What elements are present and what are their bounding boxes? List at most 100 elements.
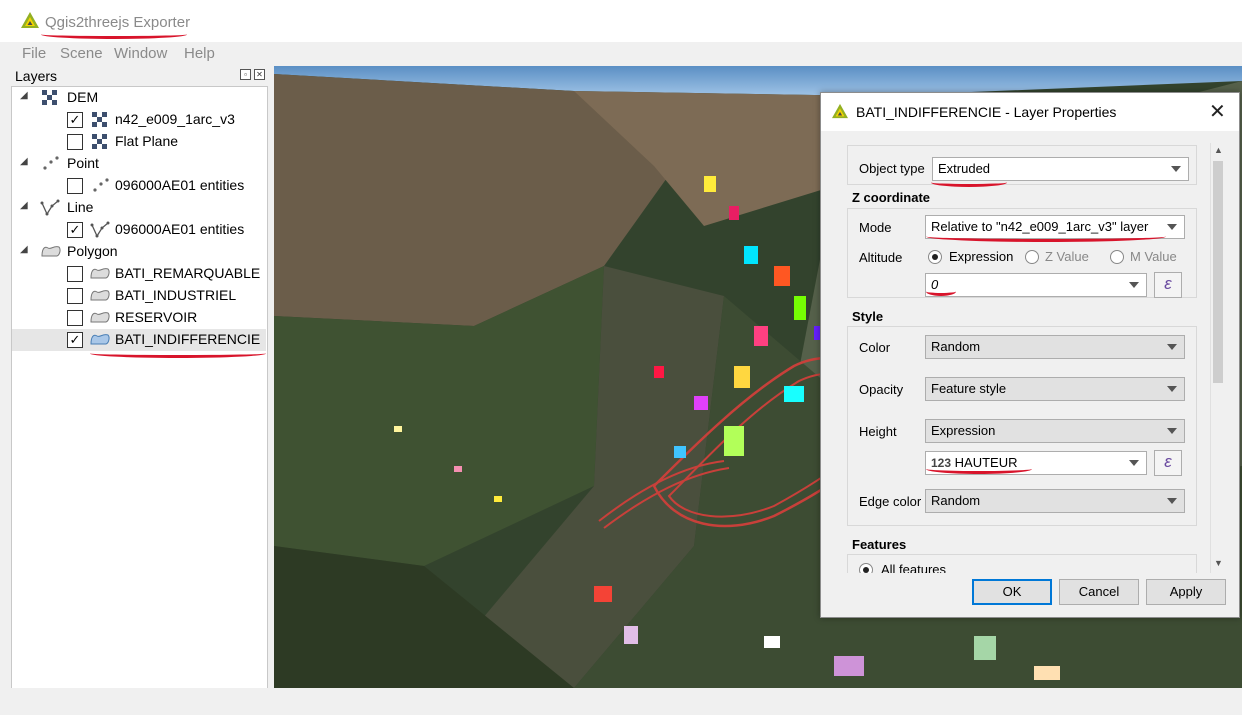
color-label: Color	[859, 340, 891, 355]
layer-label: BATI_INDUSTRIEL	[115, 287, 237, 303]
layer-label: BATI_INDIFFERENCIE	[115, 331, 261, 347]
tree-item-line-layer[interactable]: ✓ 096000AE01 entities	[12, 219, 266, 241]
collapse-arrow-icon[interactable]: ◢	[20, 90, 28, 101]
qgis2threejs-logo-icon	[832, 103, 848, 119]
opacity-label: Opacity	[859, 382, 904, 397]
point-layer-icon	[43, 156, 59, 170]
scrollbar-thumb[interactable]	[1213, 161, 1223, 383]
tree-group-dem[interactable]: ◢ DEM	[12, 87, 266, 109]
z-coordinate-section-title: Z coordinate	[852, 190, 931, 205]
layer-properties-dialog: BATI_INDIFFERENCIE - Layer Properties ✕ …	[820, 92, 1240, 618]
collapse-arrow-icon[interactable]: ◢	[20, 244, 28, 255]
menu-help[interactable]: Help	[184, 45, 215, 62]
edge-color-combo[interactable]: Random	[925, 489, 1185, 513]
layer-checkbox[interactable]: ✓	[67, 112, 83, 128]
layer-checkbox[interactable]	[67, 288, 83, 304]
layers-panel-title: Layers	[15, 68, 58, 84]
chevron-down-icon	[1129, 460, 1139, 466]
layer-label: BATI_REMARQUABLE	[115, 265, 261, 281]
chevron-down-icon	[1129, 282, 1139, 288]
tree-item-bati-remarquable[interactable]: BATI_REMARQUABLE	[12, 263, 266, 285]
layer-label: 096000AE01 entities	[115, 221, 245, 237]
menu-bar: File Scene Window Help	[0, 42, 1242, 65]
height-label: Height	[859, 424, 897, 439]
line-layer-icon	[40, 199, 60, 216]
properties-scroll-area: Object type Extruded Z coordinate Mode R…	[835, 143, 1210, 573]
menu-window[interactable]: Window	[114, 45, 167, 62]
z-coordinate-box: Mode Relative to "n42_e009_1arc_v3" laye…	[847, 208, 1197, 298]
apply-button[interactable]: Apply	[1146, 579, 1226, 605]
height-mode-combo[interactable]: Expression	[925, 419, 1185, 443]
mode-label: Mode	[859, 220, 892, 235]
object-type-box: Object type Extruded	[847, 145, 1197, 187]
object-type-label: Object type	[859, 161, 925, 176]
annotation-underline	[90, 349, 266, 358]
layers-panel: Layers ▫ ✕ ◢ DEM ✓ n42_e009_1arc_v3 Flat…	[11, 66, 268, 690]
scroll-up-icon[interactable]: ▲	[1214, 145, 1223, 155]
expression-builder-button[interactable]: ε	[1154, 450, 1182, 476]
close-panel-icon[interactable]: ✕	[254, 69, 265, 80]
layer-checkbox[interactable]: ✓	[67, 332, 83, 348]
tree-item-bati-indifferencie[interactable]: ✓ BATI_INDIFFERENCIE	[12, 329, 266, 351]
z-value-radio[interactable]	[1025, 250, 1039, 264]
edge-color-label: Edge color	[859, 494, 922, 509]
chevron-down-icon	[1167, 386, 1177, 392]
cancel-button[interactable]: Cancel	[1059, 579, 1139, 605]
tree-group-label: DEM	[67, 89, 99, 105]
style-box: Color Random Opacity Feature style Heigh…	[847, 326, 1197, 526]
layers-panel-header: Layers ▫ ✕	[11, 66, 267, 86]
expression-radio[interactable]	[928, 250, 942, 264]
altitude-expression-combo[interactable]: 0	[925, 273, 1147, 297]
raster-layer-icon	[42, 90, 59, 106]
polygon-layer-icon	[90, 312, 110, 323]
tree-item-reservoir[interactable]: RESERVOIR	[12, 307, 266, 329]
all-features-radio[interactable]	[859, 563, 873, 573]
polygon-layer-icon	[90, 268, 110, 279]
collapse-arrow-icon[interactable]: ◢	[20, 200, 28, 211]
polygon-layer-icon	[90, 290, 110, 301]
layer-checkbox[interactable]	[67, 310, 83, 326]
layer-label: 096000AE01 entities	[115, 177, 245, 193]
float-panel-icon[interactable]: ▫	[240, 69, 251, 80]
line-layer-icon	[90, 221, 110, 238]
layer-checkbox[interactable]	[67, 178, 83, 194]
layer-checkbox[interactable]	[67, 134, 83, 150]
dialog-title: BATI_INDIFFERENCIE - Layer Properties	[856, 104, 1117, 120]
tree-item-flat-plane[interactable]: Flat Plane	[12, 131, 266, 153]
annotation-underline	[41, 30, 187, 39]
point-layer-icon	[93, 178, 109, 192]
tree-group-point[interactable]: ◢ Point	[12, 153, 266, 175]
layer-label: Flat Plane	[115, 133, 179, 149]
scroll-down-icon[interactable]: ▼	[1214, 558, 1223, 568]
color-combo[interactable]: Random	[925, 335, 1185, 359]
opacity-combo[interactable]: Feature style	[925, 377, 1185, 401]
tree-group-line[interactable]: ◢ Line	[12, 197, 266, 219]
window-title: Qgis2threejs Exporter	[45, 14, 191, 31]
tree-group-polygon[interactable]: ◢ Polygon	[12, 241, 266, 263]
properties-scrollbar[interactable]: ▲ ▼	[1210, 143, 1226, 573]
ok-button[interactable]: OK	[972, 579, 1052, 605]
layer-checkbox[interactable]: ✓	[67, 222, 83, 238]
layer-checkbox[interactable]	[67, 266, 83, 282]
chevron-down-icon	[1167, 344, 1177, 350]
expression-builder-button[interactable]: ε	[1154, 272, 1182, 298]
layer-label: RESERVOIR	[115, 309, 198, 325]
annotation-underline	[931, 178, 1007, 187]
window-titlebar: Qgis2threejs Exporter	[0, 0, 1242, 42]
chevron-down-icon	[1171, 166, 1181, 172]
m-value-radio[interactable]	[1110, 250, 1124, 264]
collapse-arrow-icon[interactable]: ◢	[20, 156, 28, 167]
annotation-underline	[926, 231, 1166, 242]
tree-item-dem-layer[interactable]: ✓ n42_e009_1arc_v3	[12, 109, 266, 131]
tree-item-bati-industriel[interactable]: BATI_INDUSTRIEL	[12, 285, 266, 307]
close-icon[interactable]: ✕	[1209, 99, 1226, 124]
qgis2threejs-logo-icon	[21, 12, 39, 28]
layer-label: n42_e009_1arc_v3	[115, 111, 235, 127]
expression-radio-label: Expression	[949, 249, 1014, 264]
raster-layer-icon	[92, 134, 107, 149]
tree-item-point-layer[interactable]: 096000AE01 entities	[12, 175, 266, 197]
menu-scene[interactable]: Scene	[60, 45, 103, 62]
menu-file[interactable]: File	[22, 45, 46, 62]
m-value-radio-label: M Value	[1130, 249, 1177, 264]
tree-group-label: Line	[67, 199, 94, 215]
